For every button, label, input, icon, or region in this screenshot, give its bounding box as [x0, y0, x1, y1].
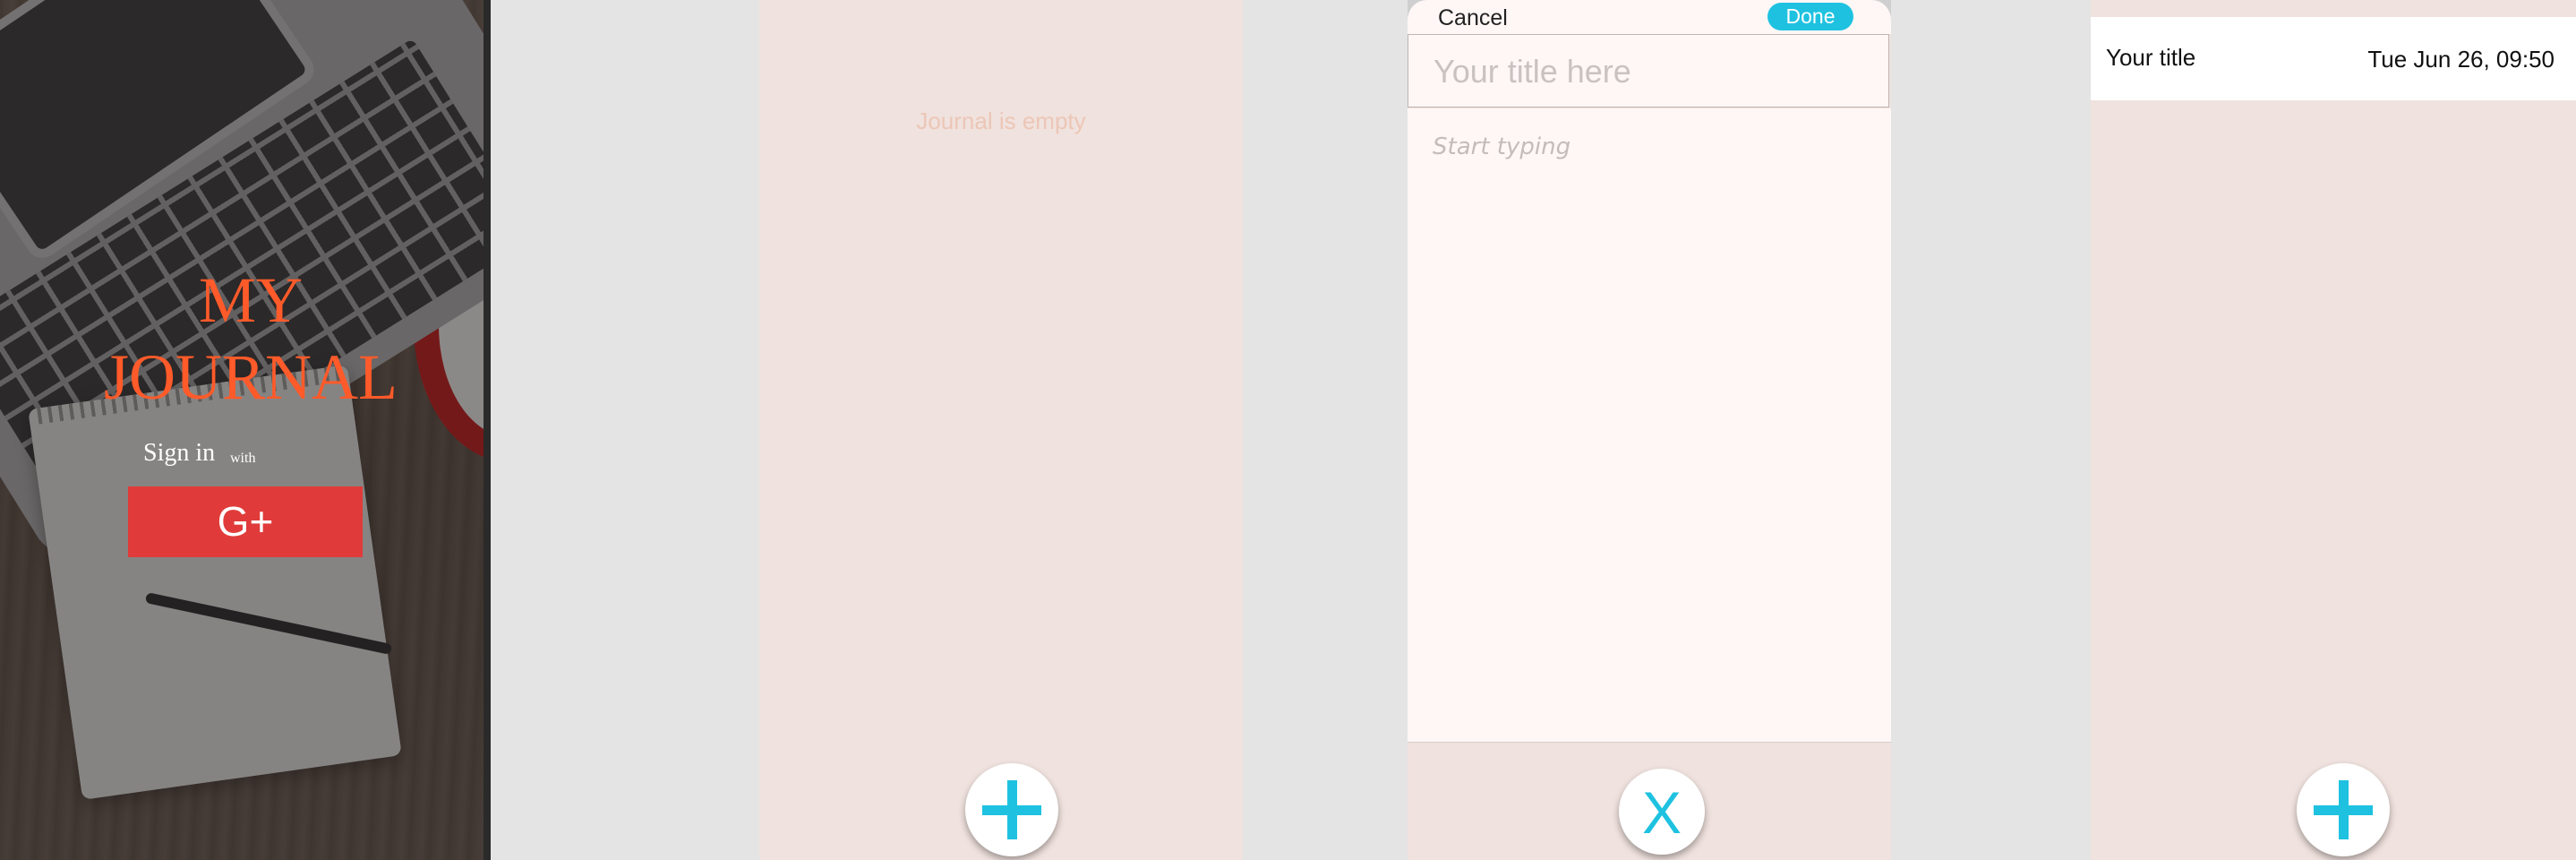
empty-message: Journal is empty: [916, 108, 1086, 134]
google-sign-in-button[interactable]: G+: [128, 486, 363, 557]
sign-in-label: Sign in: [143, 439, 216, 467]
entry-title: Your title: [2106, 44, 2196, 71]
login-screen: MY JOURNAL Sign in with G+: [0, 0, 491, 860]
empty-journal-screen: Journal is empty: [759, 0, 1243, 860]
close-button[interactable]: X: [1619, 769, 1705, 855]
screen-divider: [484, 0, 491, 860]
body-placeholder: Start typing: [1433, 133, 1571, 160]
add-entry-button[interactable]: [2297, 763, 2390, 856]
add-entry-button[interactable]: [965, 763, 1058, 856]
cancel-button[interactable]: Cancel: [1438, 5, 1508, 31]
body-textarea[interactable]: Start typing: [1408, 108, 1891, 743]
close-icon: X: [1641, 779, 1682, 846]
new-entry-screen: Cancel Done Your title here Start typing…: [1408, 0, 1891, 860]
entry-date: Tue Jun 26, 09:50: [2367, 46, 2555, 73]
with-label: with: [230, 451, 256, 466]
app-title-line2: JOURNAL: [103, 341, 398, 413]
overlay: [0, 0, 491, 860]
title-input[interactable]: Your title here: [1408, 34, 1889, 108]
app-title-line1: MY: [198, 264, 303, 336]
list-item[interactable]: Your title Tue Jun 26, 09:50: [2091, 17, 2576, 100]
editor-top-bar: Cancel Done: [1408, 0, 1891, 34]
done-button[interactable]: Done: [1767, 3, 1853, 30]
journal-list-screen: Your title Tue Jun 26, 09:50: [2091, 0, 2576, 860]
